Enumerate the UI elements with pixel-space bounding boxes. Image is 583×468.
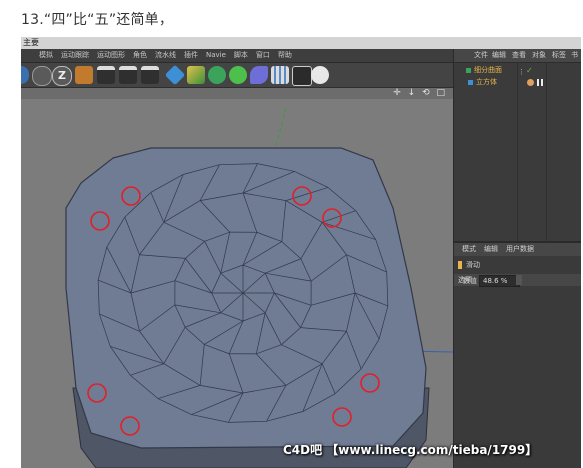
menu-simulate[interactable]: 模拟	[35, 49, 57, 62]
object-name: 立方体	[476, 78, 497, 86]
tab-user-data[interactable]: 用户数据	[506, 243, 534, 256]
material-tag-icon[interactable]	[537, 79, 544, 86]
render-settings-icon[interactable]	[141, 66, 159, 84]
attribute-manager-tabs: 模式 编辑 用户数据	[454, 243, 581, 256]
c4d-window: 主要 模拟 运动跟踪 运动图形 角色 流水线 插件 Navie 脚本 窗口 帮助…	[21, 37, 581, 468]
window-title: 主要	[23, 38, 39, 47]
menu-pipeline[interactable]: 流水线	[151, 49, 180, 62]
subdivided-cube-top	[65, 147, 427, 449]
tab-tags[interactable]: 标签	[552, 49, 566, 62]
camera-icon[interactable]	[292, 66, 312, 86]
menu-mograph[interactable]: 运动图形	[93, 49, 129, 62]
deformer-icon[interactable]	[250, 66, 268, 84]
cube-object-icon	[468, 80, 473, 85]
menu-window[interactable]: 窗口	[252, 49, 274, 62]
value-stepper[interactable]	[516, 275, 522, 285]
object-list-divider	[517, 63, 518, 241]
render-view-icon[interactable]	[97, 66, 115, 84]
window-titlebar: 主要	[21, 37, 581, 49]
mesh-canvas	[65, 107, 453, 468]
tool-header: 滑动	[454, 259, 581, 271]
object-manager-tabs: 文件 编辑 查看 对象 标签 书签	[454, 49, 581, 72]
tab-file[interactable]: 文件	[474, 49, 488, 62]
value-field-text: 48.6 %	[483, 277, 508, 285]
subdivision-icon[interactable]	[208, 66, 226, 84]
floor-icon[interactable]	[271, 66, 289, 84]
z-axis-icon[interactable]: Z	[52, 66, 72, 86]
x-axis-icon[interactable]	[21, 66, 29, 84]
menu-character[interactable]: 角色	[129, 49, 151, 62]
object-list: 细分曲面 ⋮ ✓ 立方体	[454, 63, 581, 241]
enable-check-icon[interactable]: ✓	[526, 65, 533, 76]
render-picture-icon[interactable]	[119, 66, 137, 84]
object-name: 细分曲面	[474, 66, 502, 74]
tab-edit[interactable]: 编辑	[484, 243, 498, 256]
menu-motion-tracking[interactable]: 运动跟踪	[57, 49, 93, 62]
subdivision-object-icon	[466, 68, 471, 73]
cube-icon[interactable]	[164, 64, 186, 86]
watermark: C4D吧 【www.linecg.com/tieba/1799】	[283, 443, 538, 457]
viewport[interactable]: ✛ ↓ ⟲ □	[21, 88, 453, 468]
menu-help[interactable]: 帮助	[274, 49, 296, 62]
light-icon[interactable]	[311, 66, 329, 84]
tool-name: 滑动	[466, 261, 480, 269]
menu-plugins[interactable]: 插件	[180, 49, 202, 62]
world-coords-icon[interactable]	[75, 66, 93, 84]
object-list-divider	[546, 63, 547, 241]
menu-bar: 模拟 运动跟踪 运动图形 角色 流水线 插件 Navie 脚本 窗口 帮助	[21, 49, 453, 63]
main-toolbar: Z	[21, 63, 453, 88]
value-field-label: 数值	[463, 277, 477, 285]
tab-edit[interactable]: 编辑	[492, 49, 506, 62]
phong-tag-icon[interactable]	[527, 79, 534, 86]
pen-icon[interactable]	[187, 66, 205, 84]
value-field[interactable]: 48.6 %	[479, 275, 520, 287]
tab-objects[interactable]: 对象	[532, 49, 546, 62]
tutorial-caption: 13.“四”比“五”还简单，	[21, 12, 174, 28]
tab-mode[interactable]: 模式	[462, 243, 476, 256]
tab-view[interactable]: 查看	[512, 49, 526, 62]
right-panel: 文件 编辑 查看 对象 标签 书签 细分曲面 ⋮ ✓ 立方体	[453, 49, 581, 468]
array-icon[interactable]	[229, 66, 247, 84]
slide-tool-icon	[458, 261, 462, 269]
menu-navie[interactable]: Navie	[202, 49, 230, 62]
y-axis-icon[interactable]	[32, 66, 52, 86]
menu-script[interactable]: 脚本	[230, 49, 252, 62]
